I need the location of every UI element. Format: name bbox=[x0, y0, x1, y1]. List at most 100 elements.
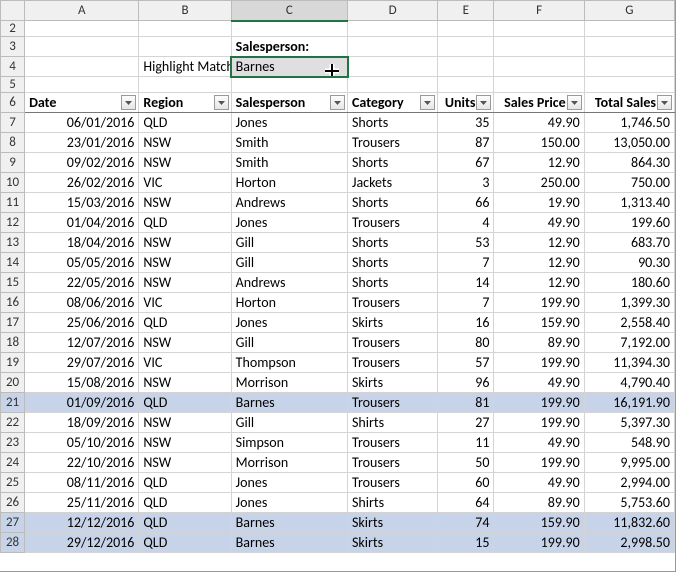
cell-price[interactable]: 199.90 bbox=[494, 533, 584, 553]
cell-price[interactable]: 12.90 bbox=[494, 233, 584, 253]
highlight-matches-label[interactable]: Highlight Matches bbox=[139, 57, 231, 77]
row-header-17[interactable]: 17 bbox=[1, 313, 25, 333]
cell-salesperson[interactable]: Andrews bbox=[231, 193, 347, 213]
cell-price[interactable]: 49.90 bbox=[494, 473, 584, 493]
cell-total[interactable]: 5,397.30 bbox=[584, 413, 674, 433]
cell-price[interactable]: 199.90 bbox=[494, 353, 584, 373]
cell-units[interactable]: 27 bbox=[438, 413, 494, 433]
cell-category[interactable]: Shirts bbox=[348, 413, 438, 433]
cell-salesperson[interactable]: Morrison bbox=[231, 453, 347, 473]
cell-date[interactable]: 29/07/2016 bbox=[25, 353, 139, 373]
cell-F4[interactable] bbox=[494, 57, 584, 77]
cell-price[interactable]: 150.00 bbox=[494, 133, 584, 153]
cell-total[interactable]: 9,995.00 bbox=[584, 453, 674, 473]
cell-category[interactable]: Shorts bbox=[348, 233, 438, 253]
grid[interactable]: A B C D E F G 2 3 Salesperson: 4 Highlig… bbox=[0, 0, 675, 553]
cell-region[interactable]: NSW bbox=[139, 133, 231, 153]
header-date[interactable]: Date bbox=[25, 93, 139, 113]
cell-salesperson[interactable]: Thompson bbox=[231, 353, 347, 373]
row-header-24[interactable]: 24 bbox=[1, 453, 25, 473]
row-header-25[interactable]: 25 bbox=[1, 473, 25, 493]
cell-price[interactable]: 12.90 bbox=[494, 273, 584, 293]
row-header-19[interactable]: 19 bbox=[1, 353, 25, 373]
cell-total[interactable]: 1,313.40 bbox=[584, 193, 674, 213]
cell-date[interactable]: 23/01/2016 bbox=[25, 133, 139, 153]
cell-E4[interactable] bbox=[438, 57, 494, 77]
table-row[interactable]: 1812/07/2016NSWGillTrousers8089.907,192.… bbox=[1, 333, 675, 353]
cell-total[interactable]: 16,191.90 bbox=[584, 393, 674, 413]
cell-date[interactable]: 15/03/2016 bbox=[25, 193, 139, 213]
cell-salesperson[interactable]: Gill bbox=[231, 233, 347, 253]
cell-salesperson[interactable]: Jones bbox=[231, 473, 347, 493]
cell-category[interactable]: Trousers bbox=[348, 433, 438, 453]
cell-region[interactable]: QLD bbox=[139, 473, 231, 493]
cell-region[interactable]: QLD bbox=[139, 313, 231, 333]
row-header-7[interactable]: 7 bbox=[1, 113, 25, 133]
table-row[interactable]: 2422/10/2016NSWMorrisonTrousers50199.909… bbox=[1, 453, 675, 473]
cell-region[interactable]: QLD bbox=[139, 493, 231, 513]
cell-total[interactable]: 548.90 bbox=[584, 433, 674, 453]
cell-salesperson[interactable]: Smith bbox=[231, 133, 347, 153]
cell-price[interactable]: 19.90 bbox=[494, 193, 584, 213]
cell-date[interactable]: 18/09/2016 bbox=[25, 413, 139, 433]
cell-G3[interactable] bbox=[584, 37, 674, 57]
cell-units[interactable]: 66 bbox=[438, 193, 494, 213]
cell-total[interactable]: 2,558.40 bbox=[584, 313, 674, 333]
cell-category[interactable]: Trousers bbox=[348, 213, 438, 233]
cell-A4[interactable] bbox=[25, 57, 139, 77]
cell-salesperson[interactable]: Smith bbox=[231, 153, 347, 173]
cell-price[interactable]: 49.90 bbox=[494, 373, 584, 393]
row-header-16[interactable]: 16 bbox=[1, 293, 25, 313]
salesperson-prompt[interactable]: Salesperson: bbox=[231, 37, 347, 57]
table-header-row[interactable]: 6 Date Region Salesperson Category Units… bbox=[1, 93, 675, 113]
cell-total[interactable]: 11,394.30 bbox=[584, 353, 674, 373]
row-header-21[interactable]: 21 bbox=[1, 393, 25, 413]
filter-button-date[interactable] bbox=[121, 95, 136, 110]
row-header-8[interactable]: 8 bbox=[1, 133, 25, 153]
cell-category[interactable]: Skirts bbox=[348, 513, 438, 533]
cell-date[interactable]: 09/02/2016 bbox=[25, 153, 139, 173]
cell-date[interactable]: 01/09/2016 bbox=[25, 393, 139, 413]
filter-button-category[interactable] bbox=[420, 95, 435, 110]
cell-date[interactable]: 01/04/2016 bbox=[25, 213, 139, 233]
cell-price[interactable]: 49.90 bbox=[494, 213, 584, 233]
cell-region[interactable]: QLD bbox=[139, 513, 231, 533]
table-row[interactable]: 909/02/2016NSWSmithShorts6712.90864.30 bbox=[1, 153, 675, 173]
cell-price[interactable]: 199.90 bbox=[494, 453, 584, 473]
cell-total[interactable]: 11,832.60 bbox=[584, 513, 674, 533]
cell-total[interactable]: 13,050.00 bbox=[584, 133, 674, 153]
cell-units[interactable]: 35 bbox=[438, 113, 494, 133]
table-row[interactable]: 706/01/2016QLDJonesShorts3549.901,746.50 bbox=[1, 113, 675, 133]
cell-date[interactable]: 06/01/2016 bbox=[25, 113, 139, 133]
cell-date[interactable]: 22/10/2016 bbox=[25, 453, 139, 473]
cell-F3[interactable] bbox=[494, 37, 584, 57]
cell-salesperson[interactable]: Jones bbox=[231, 213, 347, 233]
filter-button-units[interactable] bbox=[476, 95, 491, 110]
table-row[interactable]: 2101/09/2016QLDBarnesTrousers81199.9016,… bbox=[1, 393, 675, 413]
cell-salesperson[interactable]: Barnes bbox=[231, 393, 347, 413]
cell-region[interactable]: NSW bbox=[139, 233, 231, 253]
col-header-E[interactable]: E bbox=[438, 1, 494, 21]
cell-total[interactable]: 864.30 bbox=[584, 153, 674, 173]
cell-units[interactable]: 7 bbox=[438, 253, 494, 273]
cell-date[interactable]: 25/06/2016 bbox=[25, 313, 139, 333]
cell-date[interactable]: 25/11/2016 bbox=[25, 493, 139, 513]
cell-region[interactable]: NSW bbox=[139, 373, 231, 393]
cell-units[interactable]: 74 bbox=[438, 513, 494, 533]
cell-G4[interactable] bbox=[584, 57, 674, 77]
cell-price[interactable]: 89.90 bbox=[494, 333, 584, 353]
table-row[interactable]: 2508/11/2016QLDJonesTrousers6049.902,994… bbox=[1, 473, 675, 493]
cell-units[interactable]: 53 bbox=[438, 233, 494, 253]
table-row[interactable]: 1608/06/2016VICHortonTrousers7199.901,39… bbox=[1, 293, 675, 313]
table-row[interactable]: 1522/05/2016NSWAndrewsShorts1412.90180.6… bbox=[1, 273, 675, 293]
cell-price[interactable]: 89.90 bbox=[494, 493, 584, 513]
cell-units[interactable]: 57 bbox=[438, 353, 494, 373]
cell-price[interactable]: 199.90 bbox=[494, 413, 584, 433]
cell-total[interactable]: 7,192.00 bbox=[584, 333, 674, 353]
cell-category[interactable]: Shorts bbox=[348, 113, 438, 133]
table-row[interactable]: 1201/04/2016QLDJonesTrousers449.90199.60 bbox=[1, 213, 675, 233]
col-header-G[interactable]: G bbox=[584, 1, 674, 21]
table-row[interactable]: 2829/12/2016QLDBarnesSkirts15199.902,998… bbox=[1, 533, 675, 553]
cell-region[interactable]: QLD bbox=[139, 533, 231, 553]
row-header-4[interactable]: 4 bbox=[1, 57, 25, 77]
